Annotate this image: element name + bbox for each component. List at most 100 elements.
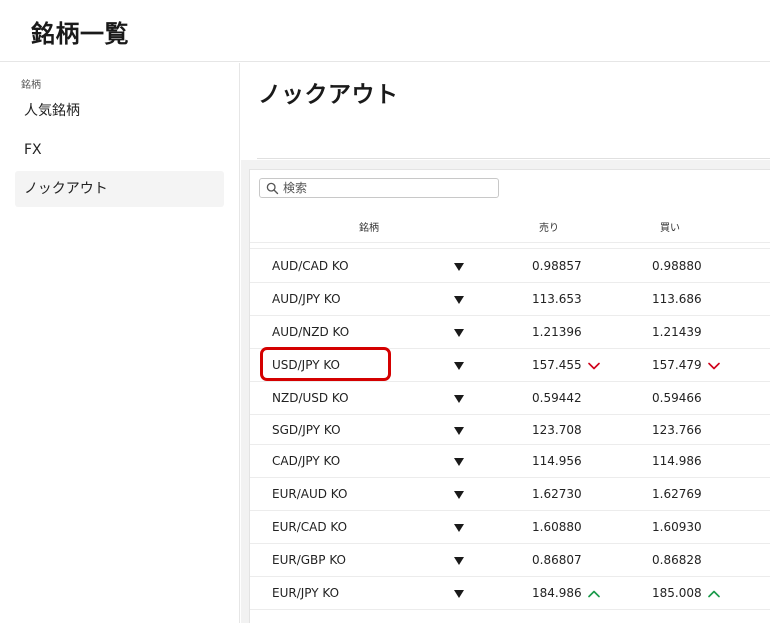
- ask-price: 0.59466: [652, 391, 702, 405]
- table-row[interactable]: AUD/JPY KO 113.653 113.686: [250, 283, 770, 316]
- table-row[interactable]: EUR/AUD KO 1.62730 1.62769: [250, 478, 770, 511]
- bid-price: 0.98857: [532, 259, 582, 273]
- bid-price-cell[interactable]: 184.986: [532, 577, 600, 610]
- ask-price: 1.21439: [652, 325, 702, 339]
- ask-price: 157.479: [652, 358, 702, 372]
- sidebar-item-fx[interactable]: FX: [15, 132, 224, 168]
- top-header: 銘柄一覧: [0, 0, 770, 62]
- caret-down-icon[interactable]: [454, 263, 464, 271]
- symbol-name[interactable]: CAD/JPY KO: [272, 445, 340, 478]
- search-box[interactable]: [259, 178, 499, 198]
- ask-price-cell[interactable]: 114.986: [652, 445, 702, 478]
- caret-down-icon[interactable]: [454, 557, 464, 565]
- bid-price: 1.60880: [532, 520, 582, 534]
- bid-price-cell[interactable]: 114.956: [532, 445, 582, 478]
- divider: [250, 242, 770, 243]
- app-title: 銘柄一覧: [31, 20, 129, 48]
- column-header-symbol[interactable]: 銘柄: [359, 219, 379, 234]
- caret-down-icon[interactable]: [454, 395, 464, 403]
- ask-price-cell[interactable]: 1.62769: [652, 478, 702, 511]
- symbol-name[interactable]: NZD/USD KO: [272, 382, 349, 415]
- chevron-up-icon: [587, 590, 600, 597]
- ask-price-cell[interactable]: 1.21439: [652, 316, 702, 349]
- bid-price: 1.62730: [532, 487, 582, 501]
- chevron-down-icon: [707, 362, 720, 369]
- ask-price: 185.008: [652, 586, 702, 600]
- table-row[interactable]: EUR/CAD KO 1.60880 1.60930: [250, 511, 770, 544]
- symbol-name[interactable]: AUD/NZD KO: [272, 316, 349, 349]
- ask-price-cell[interactable]: 0.86828: [652, 544, 702, 577]
- bid-price-cell[interactable]: 1.62730: [532, 478, 582, 511]
- bid-price: 157.455: [532, 358, 582, 372]
- table-row[interactable]: SGD/JPY KO 123.708 123.766: [250, 415, 770, 445]
- bid-price: 114.956: [532, 454, 582, 468]
- ask-price: 123.766: [652, 423, 702, 437]
- caret-down-icon[interactable]: [454, 362, 464, 370]
- caret-down-icon[interactable]: [454, 427, 464, 435]
- column-header-bid[interactable]: 売り: [539, 219, 559, 234]
- ask-price: 0.98880: [652, 259, 702, 273]
- bid-price-cell[interactable]: 123.708: [532, 415, 582, 445]
- ask-price-cell[interactable]: 0.98880: [652, 250, 702, 283]
- ask-price: 1.62769: [652, 487, 702, 501]
- bid-price-cell[interactable]: 1.21396: [532, 316, 582, 349]
- table-row[interactable]: CAD/JPY KO 114.956 114.986: [250, 445, 770, 478]
- bid-price-cell[interactable]: 0.86807: [532, 544, 582, 577]
- divider: [257, 158, 770, 159]
- symbol-name[interactable]: EUR/CAD KO: [272, 511, 347, 544]
- caret-down-icon[interactable]: [454, 590, 464, 598]
- ask-price-cell[interactable]: 157.479: [652, 349, 720, 382]
- ask-price-cell[interactable]: 113.686: [652, 283, 702, 316]
- sidebar-item-popular[interactable]: 人気銘柄: [15, 93, 224, 129]
- table-row[interactable]: AUD/NZD KO 1.21396 1.21439: [250, 316, 770, 349]
- table-row[interactable]: EUR/GBP KO 0.86807 0.86828: [250, 544, 770, 577]
- table-row[interactable]: NZD/USD KO 0.59442 0.59466: [250, 382, 770, 415]
- column-header-ask[interactable]: 買い: [660, 219, 680, 234]
- caret-down-icon[interactable]: [454, 296, 464, 304]
- caret-down-icon[interactable]: [454, 458, 464, 466]
- ask-price-cell[interactable]: 185.008: [652, 577, 720, 610]
- caret-down-icon[interactable]: [454, 491, 464, 499]
- bid-price: 123.708: [532, 423, 582, 437]
- table-row[interactable]: EUR/JPY KO 184.986 185.008: [250, 577, 770, 610]
- sidebar: 銘柄 人気銘柄 FX ノックアウト: [0, 63, 240, 623]
- bid-price: 1.21396: [532, 325, 582, 339]
- search-input[interactable]: [283, 181, 483, 195]
- ask-price: 0.86828: [652, 553, 702, 567]
- bid-price-cell[interactable]: 0.59442: [532, 382, 582, 415]
- bid-price-cell[interactable]: 0.98857: [532, 250, 582, 283]
- caret-down-icon[interactable]: [454, 524, 464, 532]
- instrument-panel: 銘柄 売り 買い AUD/CAD KO 0.98857 0.98880 AUD/JPY…: [249, 169, 770, 623]
- ask-price: 1.60930: [652, 520, 702, 534]
- ask-price-cell[interactable]: 1.60930: [652, 511, 702, 544]
- bid-price-cell[interactable]: 157.455: [532, 349, 600, 382]
- ask-price: 113.686: [652, 292, 702, 306]
- symbol-name[interactable]: AUD/CAD KO: [272, 250, 349, 283]
- bid-price: 184.986: [532, 586, 582, 600]
- sidebar-section-label: 銘柄: [21, 80, 41, 91]
- sidebar-item-knockout[interactable]: ノックアウト: [15, 171, 224, 207]
- symbol-name[interactable]: EUR/GBP KO: [272, 544, 346, 577]
- table-row[interactable]: USD/JPY KO 157.455 157.479: [250, 349, 770, 382]
- bid-price: 0.86807: [532, 553, 582, 567]
- bid-price: 0.59442: [532, 391, 582, 405]
- divider: [250, 248, 770, 249]
- symbol-name[interactable]: EUR/JPY KO: [272, 577, 339, 610]
- caret-down-icon[interactable]: [454, 329, 464, 337]
- ask-price: 114.986: [652, 454, 702, 468]
- instrument-list: AUD/CAD KO 0.98857 0.98880 AUD/JPY KO 113.65…: [250, 250, 770, 610]
- symbol-name[interactable]: SGD/JPY KO: [272, 415, 341, 445]
- search-icon: [266, 182, 279, 194]
- bid-price-cell[interactable]: 113.653: [532, 283, 582, 316]
- chevron-down-icon: [587, 362, 600, 369]
- main-content: ノックアウト 銘柄 売り 買い AUD/CAD KO 0.98857 0.98880…: [241, 63, 770, 623]
- page-title: ノックアウト: [258, 82, 399, 108]
- table-row[interactable]: AUD/CAD KO 0.98857 0.98880: [250, 250, 770, 283]
- symbol-name[interactable]: AUD/JPY KO: [272, 283, 341, 316]
- symbol-name[interactable]: EUR/AUD KO: [272, 478, 347, 511]
- bid-price: 113.653: [532, 292, 582, 306]
- ask-price-cell[interactable]: 123.766: [652, 415, 702, 445]
- bid-price-cell[interactable]: 1.60880: [532, 511, 582, 544]
- symbol-name[interactable]: USD/JPY KO: [272, 349, 340, 382]
- ask-price-cell[interactable]: 0.59466: [652, 382, 702, 415]
